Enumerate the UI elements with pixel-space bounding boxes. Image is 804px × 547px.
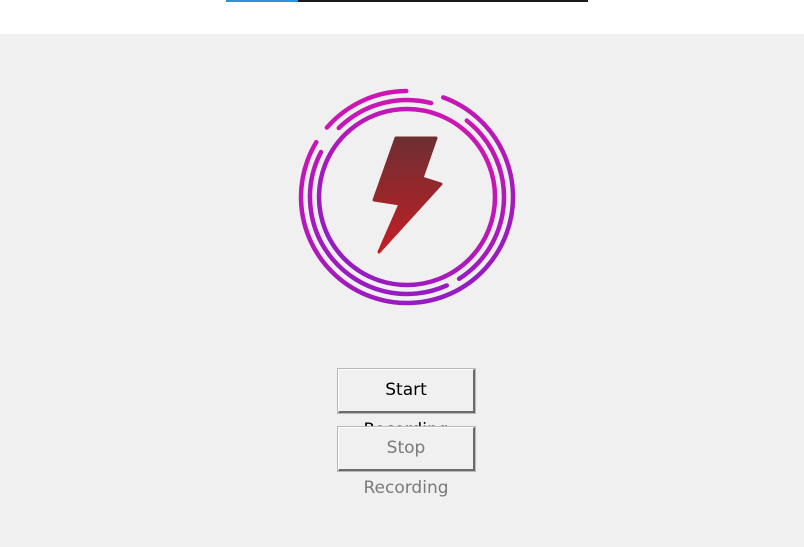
progress-bar bbox=[226, 0, 588, 2]
stop-recording-button[interactable]: Stop Recording bbox=[338, 427, 475, 498]
top-strip bbox=[0, 0, 804, 34]
bolt-shape bbox=[372, 136, 443, 254]
app-window-body: Start Recording Stop Recording bbox=[0, 34, 804, 547]
start-recording-button[interactable]: Start Recording bbox=[338, 369, 475, 440]
progress-fill bbox=[226, 0, 299, 2]
lightning-bolt-logo-icon bbox=[298, 88, 516, 306]
